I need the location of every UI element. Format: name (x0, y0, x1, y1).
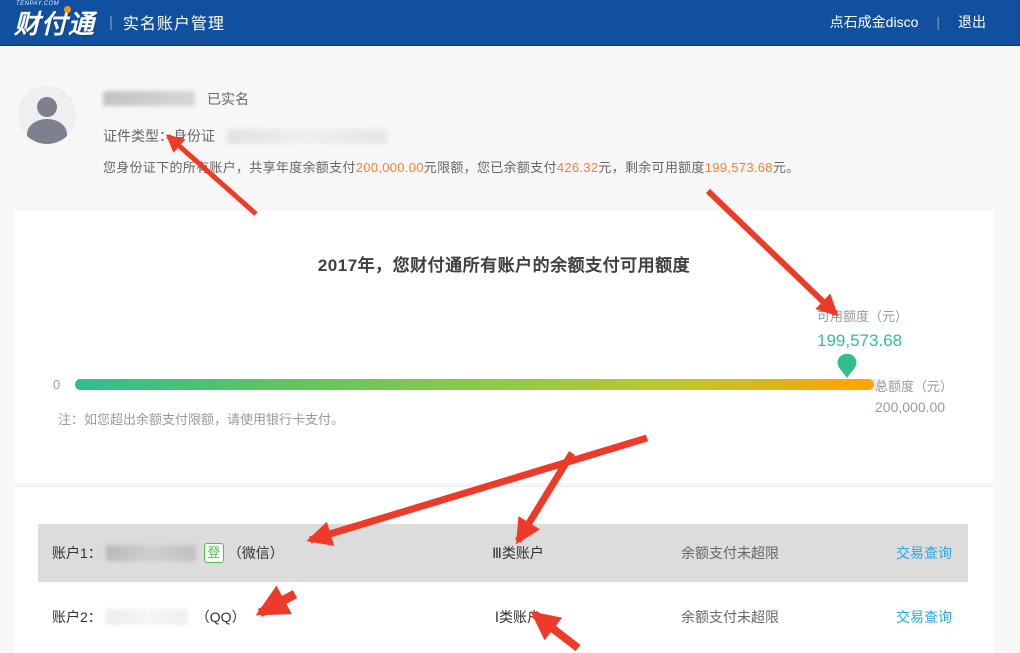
accounts-card: 账户1： 登 （微信） Ⅲ类账户 余额支付未超限 交易查询 账户2： （QQ） … (14, 486, 994, 653)
chart-title: 2017年，您财付通所有账户的余额支付可用额度 (14, 251, 994, 276)
header-divider-2: | (936, 14, 940, 30)
axis-zero-label: 0 (53, 377, 60, 392)
summary-remaining-value: 199,573.68 (705, 160, 773, 175)
summary-part1: 您身份证下的所有账户，共享年度余额支付 (103, 160, 356, 175)
redacted-account-1 (106, 545, 196, 561)
account-2-main: 账户2： （QQ） (38, 607, 443, 627)
account-row-2: 账户2： （QQ） Ⅰ类账户 余额支付未超限 交易查询 (38, 588, 968, 646)
redacted-id-number (227, 129, 387, 144)
account-row-1: 账户1： 登 （微信） Ⅲ类账户 余额支付未超限 交易查询 (38, 524, 968, 582)
top-header: TENPAY.COM 财付通 | 实名账户管理 点石成金disco | 退出 (0, 0, 1020, 46)
account-1-action: 交易查询 (896, 543, 968, 563)
quota-bar-fill (75, 379, 874, 390)
summary-part2: 元限额，您已余额支付 (424, 160, 557, 175)
account-1-main: 账户1： 登 （微信） (38, 543, 443, 563)
avatar-person-icon-body (27, 119, 67, 144)
page-title: 实名账户管理 (123, 10, 225, 34)
account-2-status: 余额支付未超限 (593, 607, 838, 627)
avatar (18, 86, 76, 144)
account-2-action: 交易查询 (896, 607, 968, 627)
transaction-query-link-1[interactable]: 交易查询 (896, 545, 952, 561)
account-1-platform: （微信） (228, 543, 284, 563)
quota-pin-icon (836, 353, 858, 379)
profile-id-line: 证件类型：身份证 (103, 126, 387, 146)
account-2-label: 账户2： (52, 607, 102, 627)
available-quota-label: 可用额度（元） (817, 306, 908, 325)
wechat-badge-icon: 登 (204, 543, 224, 563)
tenpay-logo-text: 财付通 (14, 4, 95, 41)
logo-dot-icon (64, 6, 71, 13)
summary-part3: 元，剩余可用额度 (598, 160, 704, 175)
account-1-status: 余额支付未超限 (593, 543, 838, 563)
account-2-platform: （QQ） (196, 607, 246, 627)
tenpay-logo[interactable]: TENPAY.COM 财付通 (14, 4, 95, 41)
quota-chart-card: 2017年，您财付通所有账户的余额支付可用额度 可用额度（元） 199,573.… (14, 211, 994, 483)
profile-name-line: 已实名 (103, 90, 249, 107)
id-type-label: 证件类型：身份证 (103, 126, 215, 146)
summary-part4: 元。 (773, 160, 800, 175)
chart-note: 注：如您超出余额支付限额，请使用银行卡支付。 (58, 409, 344, 428)
avatar-person-icon (37, 97, 57, 117)
header-right: 点石成金disco | 退出 (830, 12, 986, 32)
account-1-label: 账户1： (52, 543, 102, 563)
account-2-type: Ⅰ类账户 (443, 607, 593, 627)
redacted-name (103, 91, 195, 106)
summary-used-value: 426.32 (557, 160, 599, 175)
total-quota-value: 200,000.00 (875, 399, 945, 415)
header-divider: | (109, 14, 113, 31)
page: TENPAY.COM 财付通 | 实名账户管理 点石成金disco | 退出 已… (0, 0, 1020, 653)
verified-label: 已实名 (207, 89, 249, 109)
account-1-type: Ⅲ类账户 (443, 543, 593, 563)
quota-summary-text: 您身份证下的所有账户，共享年度余额支付200,000.00元限额，您已余额支付4… (103, 157, 799, 176)
summary-limit-value: 200,000.00 (356, 160, 424, 175)
logout-link[interactable]: 退出 (958, 12, 986, 32)
total-quota-label: 总额度（元） (875, 376, 953, 395)
quota-bar-track (75, 379, 885, 390)
transaction-query-link-2[interactable]: 交易查询 (896, 609, 952, 625)
username-link[interactable]: 点石成金disco (830, 12, 919, 32)
available-quota-value: 199,573.68 (817, 331, 902, 351)
redacted-account-2 (106, 609, 188, 625)
